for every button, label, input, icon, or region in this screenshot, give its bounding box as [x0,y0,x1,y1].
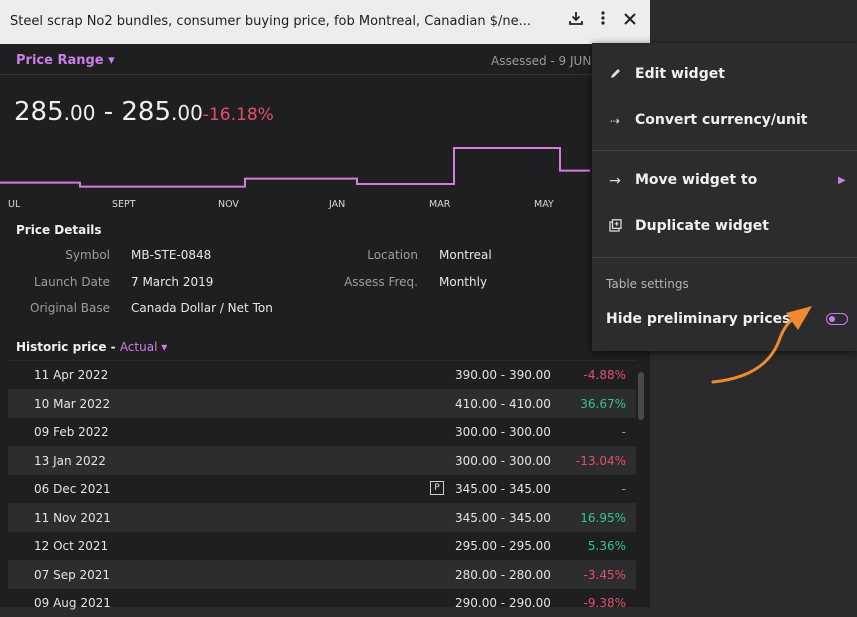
table-row[interactable]: 09 Feb 2022 300.00 - 300.00 - [8,417,636,446]
widget-title: Steel scrap No2 bundles, consumer buying… [10,14,532,29]
menu-item-edit-widget[interactable]: Edit widget [592,55,857,95]
preliminary-badge: P [430,481,444,495]
x-tick-label: JAN [329,199,346,210]
menu-divider [592,150,857,151]
table-row[interactable]: 12 Oct 2021 295.00 - 295.00 5.36% [8,531,636,560]
more-vertical-icon[interactable] [600,11,606,29]
price-details-title: Price Details [16,223,102,237]
caret-right-icon: ▶ [838,175,846,186]
row-price: 290.00 - 290.00 [455,596,551,610]
assess-freq-value: Monthly [439,275,488,289]
x-tick-label: SEPT [112,199,136,210]
price-range-bar: Price Range ▾ Assessed - 9 JUN [0,44,650,75]
table-row[interactable]: 09 Aug 2021 290.00 - 290.00 -9.38% [8,588,636,617]
original-base-label: Original Base [30,301,110,315]
row-date: 09 Feb 2022 [34,425,109,439]
menu-item-move-widget[interactable]: → Move widget to ▶ [592,161,857,201]
row-change: 5.36% [587,539,626,553]
hide-preliminary-label: Hide preliminary prices [606,311,791,327]
row-price: 280.00 - 280.00 [455,567,551,582]
row-date: 13 Jan 2022 [34,453,106,468]
arrow-right-icon: → [609,173,621,189]
menu-item-duplicate-widget[interactable]: Duplicate widget [592,207,857,247]
row-price: 345.00 - 345.00 [455,482,551,496]
x-tick-label: MAY [534,199,554,210]
row-price: 300.00 - 300.00 [455,425,551,439]
widget-context-menu: Edit widget ⇢ Convert currency/unit → Mo… [592,43,857,351]
row-date: 10 Mar 2022 [34,396,111,411]
row-price: 295.00 - 295.00 [455,539,551,553]
price-series-line [0,147,590,188]
row-change: 16.95% [580,510,626,525]
row-change: - [621,425,626,439]
assessed-date: Assessed - 9 JUN [491,54,592,68]
price-line-chart [0,147,590,188]
x-tick-label: UL [8,199,21,210]
toggle-knob [829,316,835,322]
row-price: 300.00 - 300.00 [455,453,551,468]
current-price-change: -16.18% [202,105,274,125]
row-change: 36.67% [580,396,626,411]
table-row[interactable]: 10 Mar 2022 410.00 - 410.00 36.67% [8,388,636,417]
original-base-value: Canada Dollar / Net Ton [131,301,273,315]
x-tick-label: MAR [429,199,451,210]
launch-date-value: 7 March 2019 [131,275,214,289]
table-scrollbar[interactable] [638,372,644,420]
duplicate-icon [606,219,624,236]
row-date: 07 Sep 2021 [34,567,111,582]
row-change: -13.04% [575,453,626,468]
row-price: 410.00 - 410.00 [455,396,551,411]
convert-icon: ⇢ [609,114,621,128]
location-value: Montreal [439,248,492,262]
row-date: 12 Oct 2021 [34,539,109,553]
table-row[interactable]: 13 Jan 2022 300.00 - 300.00 -13.04% [8,445,636,474]
price-widget: Steel scrap No2 bundles, consumer buying… [0,0,650,610]
table-row[interactable]: 07 Sep 2021 280.00 - 280.00 -3.45% [8,559,636,588]
hide-preliminary-toggle[interactable] [826,313,848,325]
row-price: 345.00 - 345.00 [455,510,551,525]
row-change: -3.45% [583,567,626,582]
historic-mode-dropdown[interactable]: Actual ▾ [120,340,167,354]
menu-divider [592,257,857,258]
launch-date-label: Launch Date [34,275,110,289]
row-change: - [621,482,626,496]
historic-price-table: 11 Apr 2022 390.00 - 390.00 -4.88% 10 Mar 2… [8,360,636,617]
current-price: 285.00 - 285.00-16.18% [14,97,274,127]
table-row[interactable]: 11 Nov 2021 345.00 - 345.00 16.95% [8,502,636,531]
close-icon[interactable] [624,11,636,29]
download-icon[interactable] [569,11,583,29]
symbol-value: MB-STE-0848 [131,248,212,262]
row-date: 11 Nov 2021 [34,510,111,525]
x-tick-label: NOV [218,199,239,210]
row-change: -4.88% [583,368,626,382]
menu-item-convert-currency[interactable]: ⇢ Convert currency/unit [592,101,857,141]
historic-price-title: Historic price - Actual ▾ [16,340,168,354]
location-label: Location [367,248,418,262]
symbol-label: Symbol [65,248,110,262]
table-row[interactable]: 11 Apr 2022 390.00 - 390.00 -4.88% [8,360,636,389]
price-range-dropdown[interactable]: Price Range ▾ [16,53,115,68]
table-settings-heading: Table settings [606,277,689,291]
row-price: 390.00 - 390.00 [455,368,551,382]
widget-titlebar: Steel scrap No2 bundles, consumer buying… [0,0,650,44]
row-date: 06 Dec 2021 [34,482,111,496]
row-date: 11 Apr 2022 [34,368,109,382]
table-row[interactable]: 06 Dec 2021 P 345.00 - 345.00 - [8,474,636,503]
assess-freq-label: Assess Freq. [344,275,418,289]
pencil-icon [606,67,624,84]
row-change: -9.38% [583,596,626,610]
row-date: 09 Aug 2021 [34,596,111,610]
